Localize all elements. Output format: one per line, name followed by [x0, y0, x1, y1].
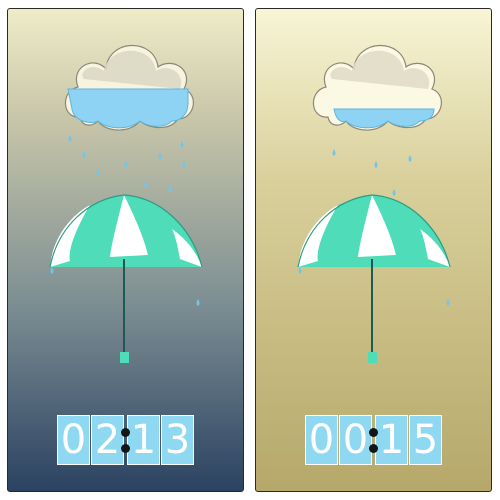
timer-colon	[369, 444, 378, 453]
cloud-icon	[312, 44, 442, 131]
weather-panel-right: 0 0 1 5	[255, 8, 492, 492]
timer-colon	[369, 428, 378, 437]
timer-digit: 1	[127, 415, 160, 465]
cloud-icon	[64, 44, 194, 131]
timer-digit: 1	[375, 415, 408, 465]
timer-digit: 5	[409, 415, 442, 465]
timer-digit: 0	[339, 415, 372, 465]
timer-digit: 0	[57, 415, 90, 465]
timer-colon	[121, 428, 130, 437]
timer-display: 0 0 1 5	[303, 411, 445, 469]
umbrella-icon	[49, 194, 203, 363]
timer-digit: 2	[91, 415, 124, 465]
timer-digit: 0	[305, 415, 338, 465]
weather-panel-left: 0 2 1 3	[7, 8, 244, 492]
timer-colon	[121, 444, 130, 453]
timer-display: 0 2 1 3	[55, 411, 197, 469]
umbrella-icon	[297, 194, 451, 363]
timer-digit: 3	[161, 415, 194, 465]
